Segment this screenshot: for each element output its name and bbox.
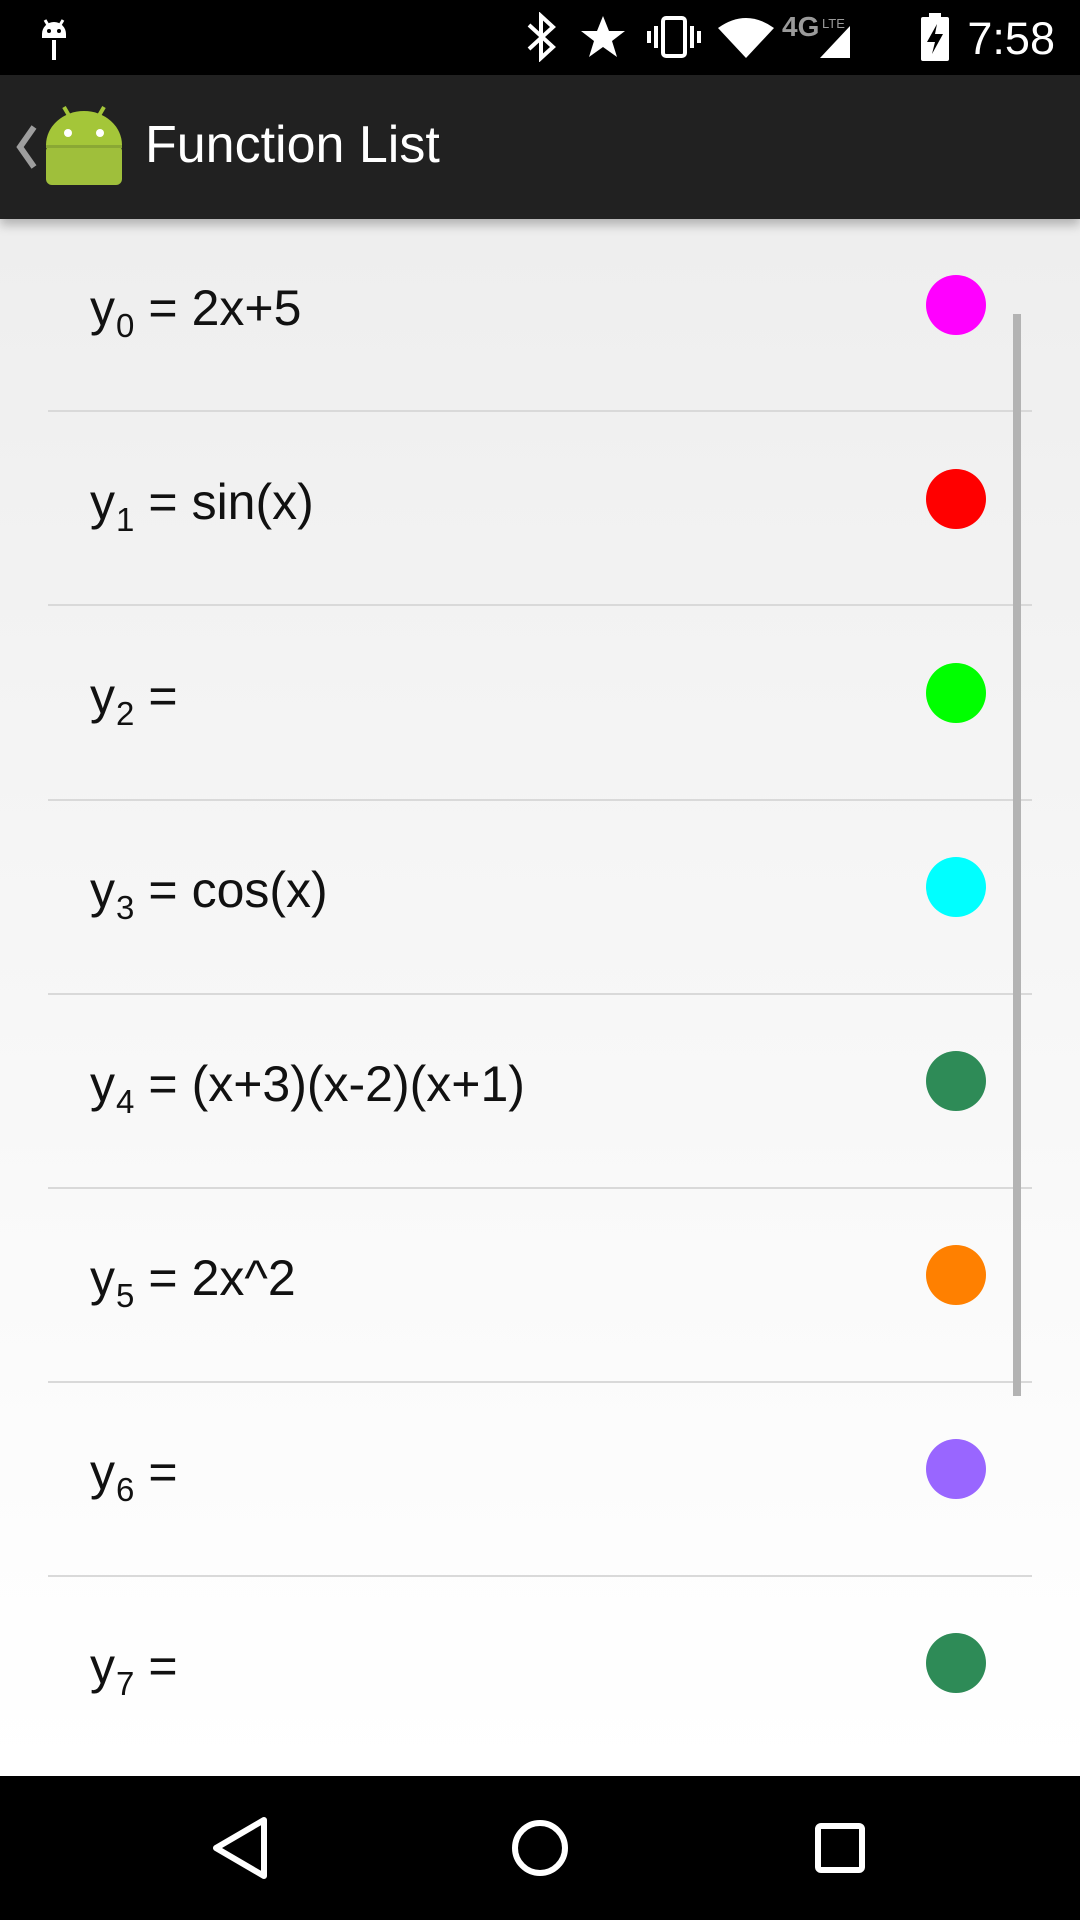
function-index: 6 xyxy=(116,1471,135,1508)
function-index: 7 xyxy=(116,1665,135,1702)
vibrate-icon xyxy=(647,16,701,58)
wifi-icon xyxy=(718,18,774,58)
function-equals: = xyxy=(148,1056,178,1112)
function-var: y xyxy=(90,280,115,336)
color-swatch[interactable] xyxy=(926,1633,986,1693)
bluetooth-icon xyxy=(527,12,556,62)
4g-lte-icon: 4G LTE xyxy=(782,11,850,58)
function-index: 5 xyxy=(116,1277,135,1314)
function-var: y xyxy=(90,1638,115,1694)
function-label: y3 = cos(x) xyxy=(90,861,328,926)
function-index: 4 xyxy=(116,1083,135,1120)
function-item-2[interactable]: y2 = xyxy=(0,607,1080,801)
function-expression: cos(x) xyxy=(191,862,328,918)
android-app-icon[interactable] xyxy=(44,105,124,187)
function-item-7[interactable]: y7 = xyxy=(0,1577,1080,1771)
recents-square-icon[interactable] xyxy=(800,1808,880,1888)
function-label: y4 = (x+3)(x-2)(x+1) xyxy=(90,1055,525,1120)
function-index: 3 xyxy=(116,889,135,926)
back-triangle-icon[interactable] xyxy=(200,1808,280,1888)
function-expression: (x+3)(x-2)(x+1) xyxy=(191,1056,525,1112)
function-index: 1 xyxy=(116,501,135,538)
function-var: y xyxy=(90,668,115,724)
function-index: 2 xyxy=(116,695,135,732)
status-time: 7:58 xyxy=(967,13,1055,64)
function-index: 0 xyxy=(116,307,135,344)
function-equals: = xyxy=(148,668,178,724)
color-swatch[interactable] xyxy=(926,275,986,335)
divider xyxy=(48,410,1032,412)
function-expression: 2x^2 xyxy=(191,1250,296,1306)
up-caret-icon[interactable] xyxy=(10,119,40,175)
color-swatch[interactable] xyxy=(926,857,986,917)
color-swatch[interactable] xyxy=(926,469,986,529)
function-var: y xyxy=(90,1444,115,1500)
function-equals: = xyxy=(148,1444,178,1500)
color-swatch[interactable] xyxy=(926,1439,986,1499)
android-debug-icon xyxy=(42,19,66,60)
svg-text:4G: 4G xyxy=(782,11,819,42)
function-equals: = xyxy=(148,474,178,530)
function-var: y xyxy=(90,1250,115,1306)
divider xyxy=(48,604,1032,606)
function-list: y0 = 2x+5 y1 = sin(x) y2 = y3 = cos(x) y4 = (x+3)… xyxy=(0,219,1080,1776)
function-label: y0 = 2x+5 xyxy=(90,279,302,344)
function-expression: 2x+5 xyxy=(191,280,302,336)
function-expression: sin(x) xyxy=(191,474,314,530)
color-swatch[interactable] xyxy=(926,663,986,723)
function-label: y7 = xyxy=(90,1637,192,1702)
function-equals: = xyxy=(148,1638,178,1694)
home-circle-icon[interactable] xyxy=(500,1808,580,1888)
function-equals: = xyxy=(148,862,178,918)
function-equals: = xyxy=(148,1250,178,1306)
function-label: y6 = xyxy=(90,1443,192,1508)
page-title: Function List xyxy=(145,116,440,174)
function-label: y1 = sin(x) xyxy=(90,473,314,538)
function-equals: = xyxy=(148,280,178,336)
function-item-6[interactable]: y6 = xyxy=(0,1383,1080,1577)
color-swatch[interactable] xyxy=(926,1245,986,1305)
scrollbar[interactable] xyxy=(1013,314,1021,1396)
function-item-5[interactable]: y5 = 2x^2 xyxy=(0,1189,1080,1383)
function-item-1[interactable]: y1 = sin(x) xyxy=(0,413,1080,607)
function-item-0[interactable]: y0 = 2x+5 xyxy=(0,219,1080,413)
battery-charging-icon xyxy=(921,13,949,61)
svg-text:LTE: LTE xyxy=(822,16,845,31)
function-label: y2 = xyxy=(90,667,192,732)
function-item-3[interactable]: y3 = cos(x) xyxy=(0,801,1080,995)
function-var: y xyxy=(90,474,115,530)
function-var: y xyxy=(90,862,115,918)
function-item-4[interactable]: y4 = (x+3)(x-2)(x+1) xyxy=(0,995,1080,1189)
status-bar: 4G LTE 7:58 xyxy=(0,0,1080,75)
action-bar: Function List xyxy=(0,75,1080,219)
star-icon xyxy=(581,16,625,57)
function-label: y5 = 2x^2 xyxy=(90,1249,296,1314)
function-var: y xyxy=(90,1056,115,1112)
color-swatch[interactable] xyxy=(926,1051,986,1111)
navigation-bar xyxy=(0,1776,1080,1920)
